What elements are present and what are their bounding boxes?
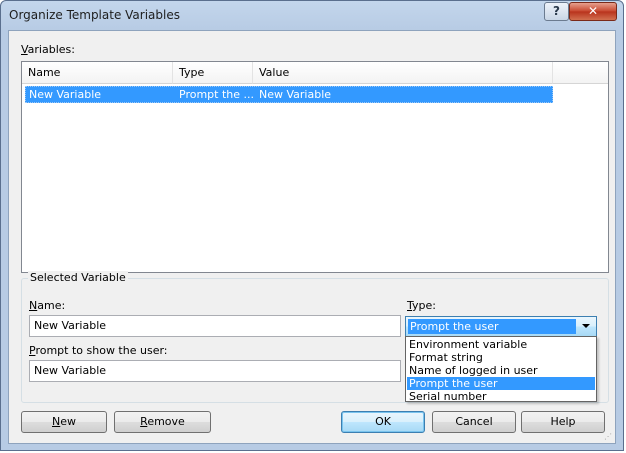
prompt-label-rest: rompt to show the user:: [35, 344, 168, 357]
type-label: Type:: [407, 299, 436, 312]
type-option-prompt-user[interactable]: Prompt the user: [407, 377, 595, 390]
type-dropdown-list[interactable]: Environment variable Format string Name …: [405, 336, 597, 403]
close-icon: ✕: [587, 4, 599, 18]
help-button[interactable]: Help: [521, 411, 605, 433]
variables-label-rest: ariables:: [27, 43, 75, 56]
window-title: Organize Template Variables: [9, 8, 180, 22]
remove-button-rest: emove: [147, 415, 185, 428]
type-option-serial-number[interactable]: Serial number: [407, 390, 595, 403]
group-title: Selected Variable: [28, 271, 128, 284]
remove-button[interactable]: Remove: [114, 411, 211, 433]
cell-type: Prompt the ...: [179, 88, 254, 101]
type-option-environment-variable[interactable]: Environment variable: [407, 338, 595, 351]
help-title-button[interactable]: ?: [544, 2, 569, 21]
ok-button[interactable]: OK: [341, 411, 425, 433]
name-label-rest: ame:: [37, 299, 66, 312]
new-button[interactable]: New: [21, 411, 107, 433]
close-title-button[interactable]: ✕: [569, 2, 617, 21]
name-input[interactable]: New Variable: [29, 315, 401, 337]
type-option-format-string[interactable]: Format string: [407, 351, 595, 364]
type-option-logged-in-user[interactable]: Name of logged in user: [407, 364, 595, 377]
prompt-input[interactable]: New Variable: [29, 360, 401, 382]
resize-grip-icon[interactable]: ⋰: [604, 432, 614, 442]
question-mark-icon: ?: [553, 4, 560, 18]
table-row[interactable]: New Variable Prompt the ... New Variable: [25, 86, 553, 103]
variables-label: Variables:: [21, 43, 75, 56]
variables-list[interactable]: Name Type Value New Variable Prompt the …: [21, 61, 609, 273]
title-bar[interactable]: Organize Template Variables ? ✕: [1, 1, 623, 31]
column-header-filler: [553, 62, 608, 84]
cell-value: New Variable: [259, 88, 332, 101]
name-label-mnemonic: N: [29, 299, 38, 312]
column-header-name[interactable]: Name: [22, 62, 173, 84]
prompt-label: Prompt to show the user:: [29, 344, 168, 357]
dialog-window: Organize Template Variables ? ✕ Variable…: [0, 0, 624, 451]
name-label: Name:: [29, 299, 65, 312]
new-button-mnemonic: N: [52, 415, 61, 428]
type-combobox-value: Prompt the user: [408, 319, 576, 334]
dialog-client-area: Variables: Name Type Value New Variable …: [8, 30, 616, 444]
type-combobox[interactable]: Prompt the user: [405, 316, 597, 337]
column-header-type[interactable]: Type: [173, 62, 253, 84]
new-button-rest: ew: [60, 415, 76, 428]
chevron-down-icon[interactable]: [582, 324, 590, 328]
column-header-value[interactable]: Value: [253, 62, 553, 84]
cancel-button[interactable]: Cancel: [432, 411, 516, 433]
cell-name: New Variable: [29, 88, 102, 101]
type-label-rest: ype:: [412, 299, 436, 312]
variables-label-mnemonic: V: [21, 43, 28, 56]
